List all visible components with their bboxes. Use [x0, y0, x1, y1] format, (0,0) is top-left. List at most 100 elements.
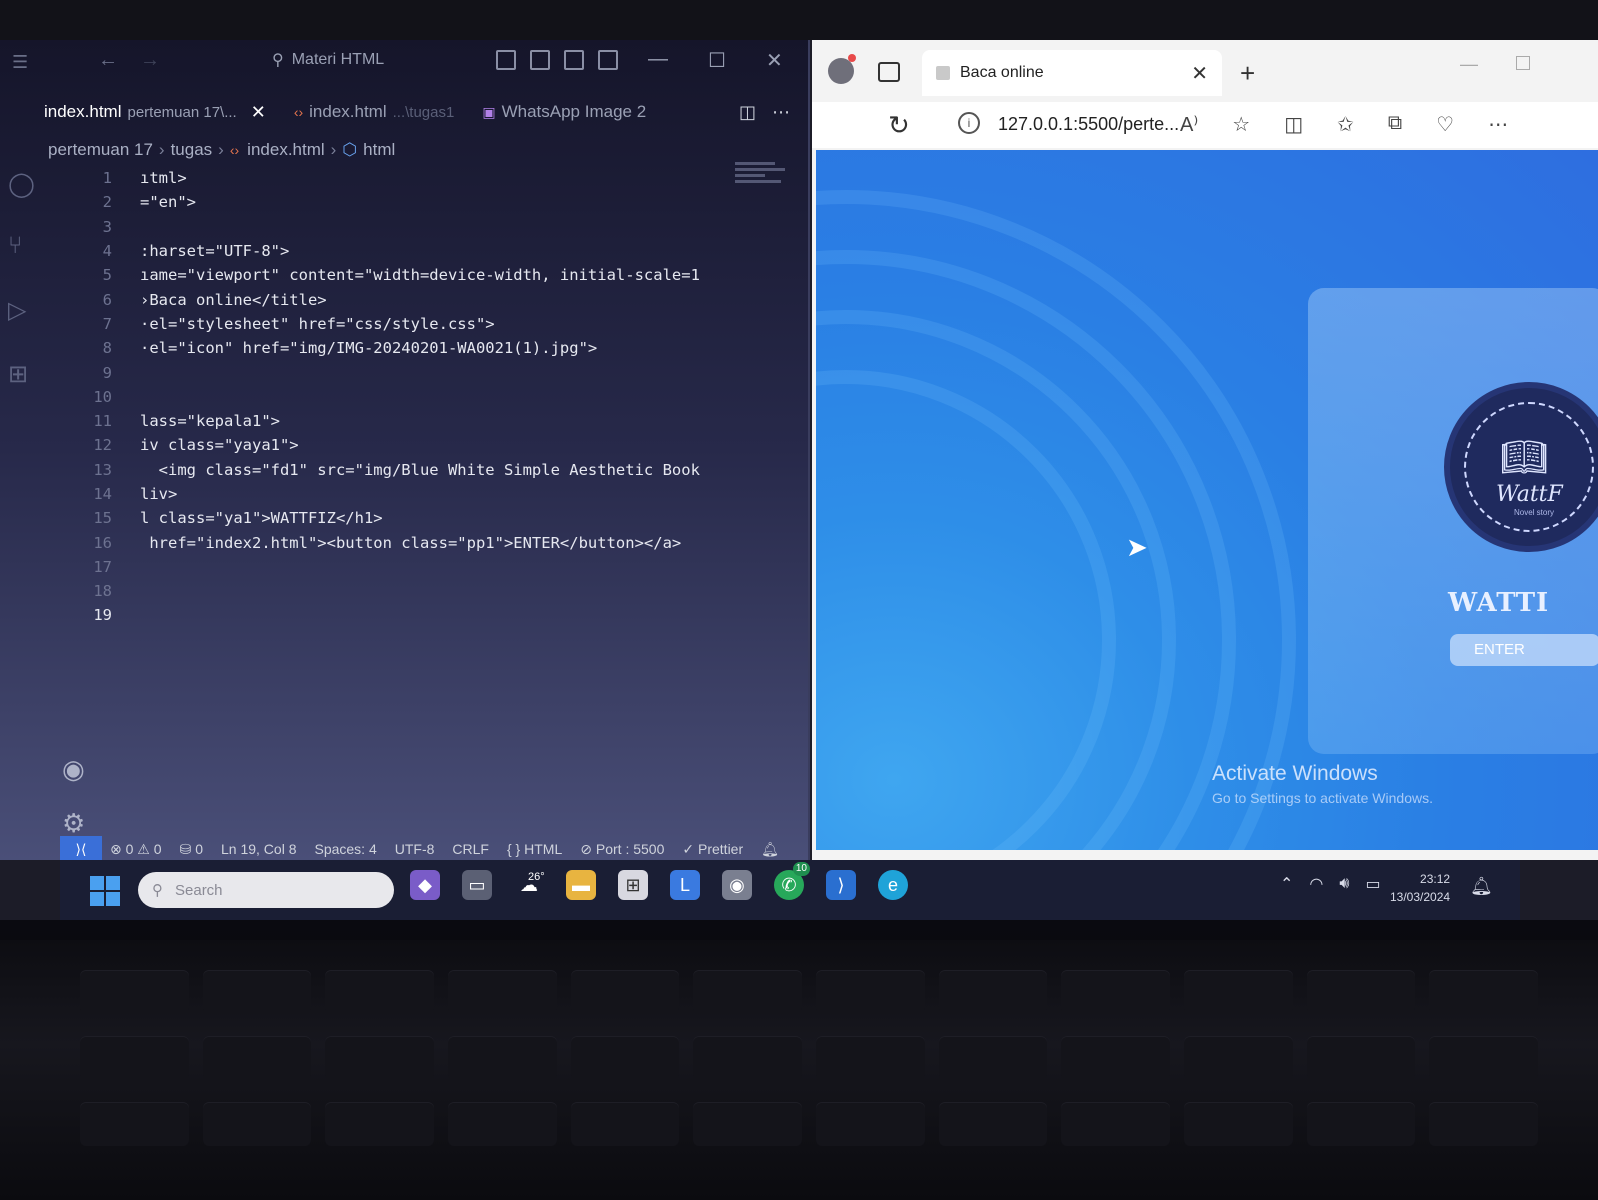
breadcrumb-item[interactable]: tugas — [171, 140, 213, 160]
browser-tab[interactable]: Baca online ✕ — [922, 50, 1222, 96]
tab-index-html-active[interactable]: index.html pertemuan 17\... ✕ — [30, 94, 280, 130]
command-center[interactable]: ⚲ Materi HTML — [272, 50, 384, 70]
read-aloud-icon[interactable]: A⁾ — [1180, 112, 1198, 137]
task-view-icon[interactable]: ▭ — [462, 870, 492, 900]
taskbar: ⚲ Search ◆ ▭ ☁ 26° ▬ ⊞ L ◉ ✆ 10 ⟩ e ⌃ ◠ 🔊︎… — [60, 860, 1520, 920]
code-line[interactable]: 6 ›Baca online</title> — [70, 287, 750, 311]
code-line[interactable]: 13 <img class="fd1" src="img/Blue White … — [70, 458, 750, 482]
url-field[interactable]: 127.0.0.1:5500/perte... — [998, 114, 1179, 135]
site-info-icon[interactable]: i — [958, 112, 980, 134]
language-mode[interactable]: { } HTML — [507, 841, 562, 857]
tab-index-html-tugas[interactable]: ‹› index.html ...\tugas1 — [280, 94, 469, 130]
clock[interactable]: 23:12 13/03/2024 — [1390, 870, 1450, 906]
search-icon[interactable]: ◯ — [8, 170, 35, 199]
forward-arrow-icon[interactable]: → — [140, 49, 160, 72]
notification-bell-icon[interactable]: 🔔︎ — [1470, 876, 1493, 897]
settings-gear-icon[interactable]: ⚙ — [62, 808, 85, 839]
code-line[interactable]: 2 ="en"> — [70, 190, 750, 214]
tab-actions-icon[interactable] — [878, 62, 900, 82]
more-menu-icon[interactable]: ⋯ — [1488, 112, 1508, 137]
html-file-icon: ‹› — [293, 104, 304, 120]
code-line[interactable]: 11 lass="kepala1"> — [70, 409, 750, 433]
more-actions-icon[interactable]: ⋯ — [772, 102, 790, 123]
code-line[interactable]: 17 — [70, 555, 750, 579]
back-arrow-icon[interactable]: ← — [98, 49, 118, 72]
volume-icon[interactable]: 🔊︎ — [1339, 875, 1349, 893]
code-editor[interactable]: 1 ıtml> 2 ="en"> 3 4:harset="UTF-8"> 5 ıame="vi… — [70, 166, 750, 628]
new-tab-icon[interactable]: + — [1240, 58, 1255, 89]
run-debug-icon[interactable]: ▷ — [8, 296, 26, 325]
code-line[interactable]: 10 — [70, 385, 750, 409]
breadcrumb-item[interactable]: pertemuan 17 — [48, 140, 153, 160]
prettier-status[interactable]: ✓ Prettier — [682, 841, 743, 858]
source-control-icon[interactable]: ⑂ — [8, 232, 22, 260]
code-line[interactable]: 16 href="index2.html"><button class="pp1… — [70, 530, 750, 554]
code-line[interactable]: 8 ·el="icon" href="img/IMG-20240201-WA002… — [70, 336, 750, 360]
code-line[interactable]: 12 iv class="yaya1"> — [70, 433, 750, 457]
code-text: ·el="stylesheet" href="css/style.css"> — [140, 314, 495, 333]
code-line[interactable]: 14 liv> — [70, 482, 750, 506]
battery-icon[interactable]: ▭ — [1365, 874, 1380, 894]
code-line[interactable]: 9 — [70, 360, 750, 384]
code-text: ıame="viewport" content="width=device-wi… — [140, 266, 700, 285]
reload-icon[interactable]: ↻ — [888, 110, 910, 141]
minimize-icon[interactable]: — — [1460, 54, 1478, 75]
code-line[interactable]: 1 ıtml> — [70, 166, 750, 190]
chevron-up-icon[interactable]: ⌃ — [1280, 874, 1293, 894]
code-line[interactable]: 7 ·el="stylesheet" href="css/style.css"> — [70, 312, 750, 336]
code-line[interactable]: 19 — [70, 603, 750, 627]
favorite-star-icon[interactable]: ☆ — [1232, 112, 1250, 137]
code-line[interactable]: 15 l class="ya1">WATTFIZ</h1> — [70, 506, 750, 530]
close-icon[interactable]: ✕ — [766, 48, 783, 73]
end-of-line[interactable]: CRLF — [452, 841, 489, 857]
notifications-icon[interactable]: 🔔︎ — [761, 841, 779, 858]
browser-essentials-icon[interactable]: ♡ — [1436, 112, 1454, 137]
extensions-icon[interactable]: ⊞ — [8, 360, 28, 389]
tab-whatsapp-image[interactable]: ▣ WhatsApp Image 2 — [468, 94, 660, 130]
windows-start-icon[interactable] — [90, 876, 120, 906]
ports-indicator[interactable]: ⛁ 0 — [180, 841, 203, 858]
breadcrumb-item[interactable]: index.html — [247, 140, 324, 160]
letter-l-app-icon[interactable]: L — [670, 870, 700, 900]
breadcrumb-item[interactable]: html — [363, 140, 395, 160]
split-editor-icon[interactable]: ◫ — [739, 102, 756, 123]
menu-icon[interactable]: ☰ — [12, 52, 28, 73]
maximize-icon[interactable] — [1516, 56, 1530, 70]
favorites-icon[interactable]: ✩ — [1337, 112, 1354, 137]
problems-indicator[interactable]: ⊗ 0 ⚠ 0 — [110, 841, 162, 858]
code-line[interactable]: 18 — [70, 579, 750, 603]
microsoft-store-icon[interactable]: ⊞ — [618, 870, 648, 900]
taskbar-search[interactable]: ⚲ Search — [138, 872, 394, 908]
toggle-sidebar-icon[interactable] — [496, 50, 516, 70]
cursor-position[interactable]: Ln 19, Col 8 — [221, 841, 297, 857]
camera-icon[interactable]: ◉ — [722, 870, 752, 900]
toggle-panel-icon[interactable] — [530, 50, 550, 70]
close-tab-icon[interactable]: ✕ — [251, 102, 266, 123]
encoding[interactable]: UTF-8 — [395, 841, 435, 857]
indentation[interactable]: Spaces: 4 — [314, 841, 376, 857]
whatsapp-icon[interactable]: ✆ 10 — [774, 862, 810, 900]
toggle-secondary-sidebar-icon[interactable] — [564, 50, 584, 70]
enter-button[interactable]: ENTER — [1450, 634, 1598, 666]
maximize-icon[interactable]: ☐ — [708, 48, 726, 73]
minimap[interactable] — [735, 162, 790, 202]
remote-indicator-icon[interactable]: ⟩⟨ — [60, 836, 102, 862]
close-tab-icon[interactable]: ✕ — [1191, 61, 1208, 86]
vscode-icon[interactable]: ⟩ — [826, 870, 856, 900]
account-icon[interactable]: ◉ — [62, 754, 85, 785]
weather-temperature: 26° — [528, 871, 545, 883]
weather-icon[interactable]: ☁ 26° — [514, 870, 545, 900]
code-line[interactable]: 4:harset="UTF-8"> — [70, 239, 750, 263]
wifi-icon[interactable]: ◠ — [1309, 874, 1323, 894]
live-server-port[interactable]: ⊘ Port : 5500 — [580, 841, 664, 858]
collections-icon[interactable]: ⧉ — [1388, 112, 1402, 137]
split-screen-icon[interactable]: ◫ — [1284, 112, 1303, 137]
minimize-icon[interactable]: — — [648, 48, 668, 73]
customize-layout-icon[interactable] — [598, 50, 618, 70]
copilot-icon[interactable]: ◆ — [410, 870, 440, 900]
line-number: 2 — [102, 193, 112, 212]
edge-browser-icon[interactable]: e — [878, 870, 908, 900]
file-explorer-icon[interactable]: ▬ — [566, 870, 596, 900]
code-line[interactable]: 3 — [70, 215, 750, 239]
code-line[interactable]: 5 ıame="viewport" content="width=device-w… — [70, 263, 750, 287]
